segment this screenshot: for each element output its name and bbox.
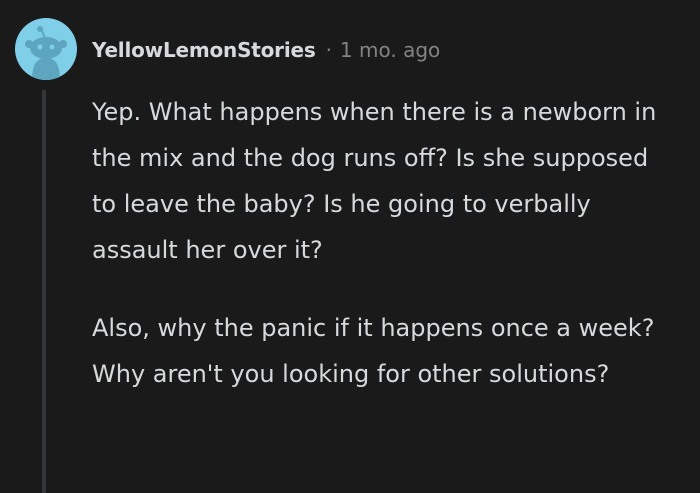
meta-separator: · [325, 38, 332, 62]
comment-paragraph: Yep. What happens when there is a newbor… [92, 98, 657, 264]
comment-paragraph: Also, why the panic if it happens once a… [92, 314, 655, 388]
comment: YellowLemonStories · 1 mo. ago Yep. What… [0, 0, 700, 493]
comment-header: YellowLemonStories · 1 mo. ago [92, 34, 440, 66]
thread-collapse-line[interactable] [42, 90, 46, 493]
author-username[interactable]: YellowLemonStories [92, 38, 316, 62]
comment-body: Yep. What happens when there is a newbor… [92, 89, 672, 397]
comment-timestamp[interactable]: 1 mo. ago [340, 38, 440, 62]
snoo-avatar-icon[interactable] [15, 18, 77, 80]
